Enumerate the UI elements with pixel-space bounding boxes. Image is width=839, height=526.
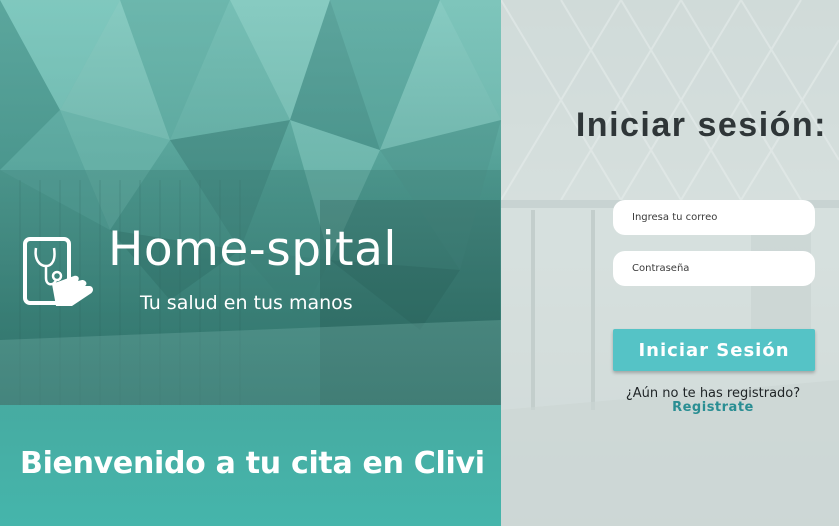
brand-tagline: Tu salud en tus manos bbox=[140, 292, 353, 314]
welcome-heading: Bienvenido a tu cita en Clivi bbox=[20, 446, 485, 481]
register-link[interactable]: Registrate bbox=[605, 400, 821, 415]
login-title: Iniciar sesión: bbox=[575, 106, 827, 144]
hero-panel: Home-spital Tu salud en tus manos Bienve… bbox=[0, 0, 501, 526]
register-prompt: ¿Aún no te has registrado? bbox=[625, 386, 801, 401]
login-button[interactable]: Iniciar Sesión bbox=[613, 329, 815, 371]
password-field[interactable] bbox=[613, 251, 815, 286]
login-panel: Iniciar sesión: Iniciar Sesión ¿Aún no t… bbox=[501, 0, 839, 526]
email-field[interactable] bbox=[613, 200, 815, 235]
hero-overlay bbox=[0, 0, 501, 405]
brand-name: Home-spital bbox=[108, 222, 397, 277]
tablet-stethoscope-hand-icon bbox=[22, 236, 96, 308]
